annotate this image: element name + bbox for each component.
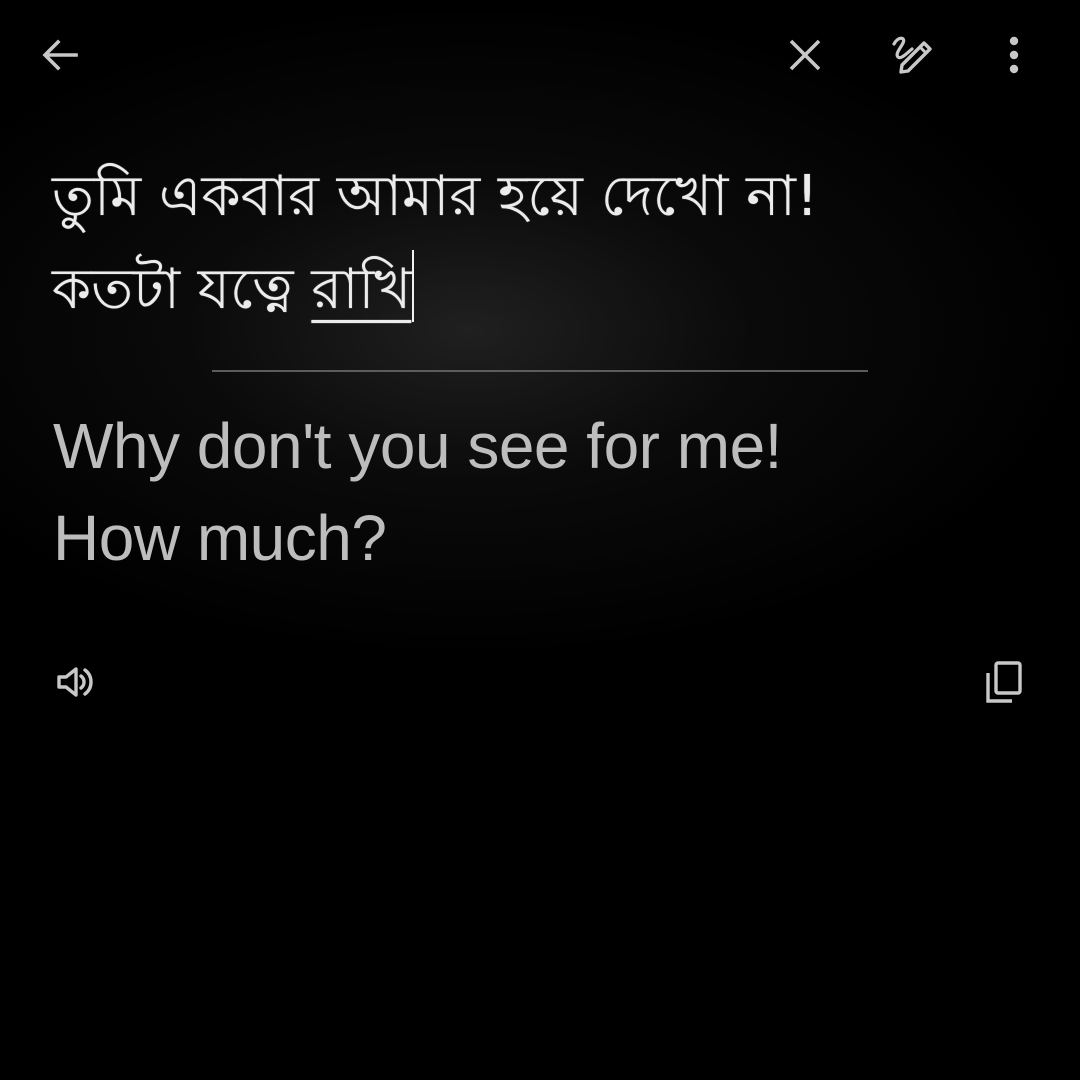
arrow-back-icon	[42, 39, 78, 71]
clear-text-button[interactable]	[775, 25, 835, 85]
copy-icon	[986, 661, 1022, 703]
back-button[interactable]	[30, 25, 90, 85]
close-icon	[789, 39, 821, 71]
more-options-button[interactable]	[984, 25, 1044, 85]
listen-button[interactable]	[45, 652, 105, 712]
text-cursor	[412, 250, 415, 322]
translate-screen: তুমি একবার আমার হয়ে দেখো না! কতটা যত্নে…	[0, 0, 1080, 1080]
divider	[212, 370, 868, 372]
more-vert-icon	[1009, 36, 1019, 74]
source-text-line: কতটা যত্নে রাখি	[52, 243, 1042, 336]
translation-line: How much?	[53, 502, 387, 574]
copy-translation-button[interactable]	[973, 652, 1033, 712]
volume-up-icon	[57, 667, 93, 697]
source-text-segment: কতটা যত্নে	[52, 257, 312, 322]
handwriting-button[interactable]	[882, 25, 942, 85]
translation-line: Why don't you see for me!	[53, 410, 782, 482]
translation-output: Why don't you see for me! How much?	[53, 400, 1043, 584]
handwriting-pen-icon	[892, 36, 932, 74]
source-text-input[interactable]: তুমি একবার আমার হয়ে দেখো না! কতটা যত্নে…	[52, 150, 1042, 336]
source-text-line: তুমি একবার আমার হয়ে দেখো না!	[52, 164, 819, 229]
composing-word: রাখি	[311, 257, 412, 322]
